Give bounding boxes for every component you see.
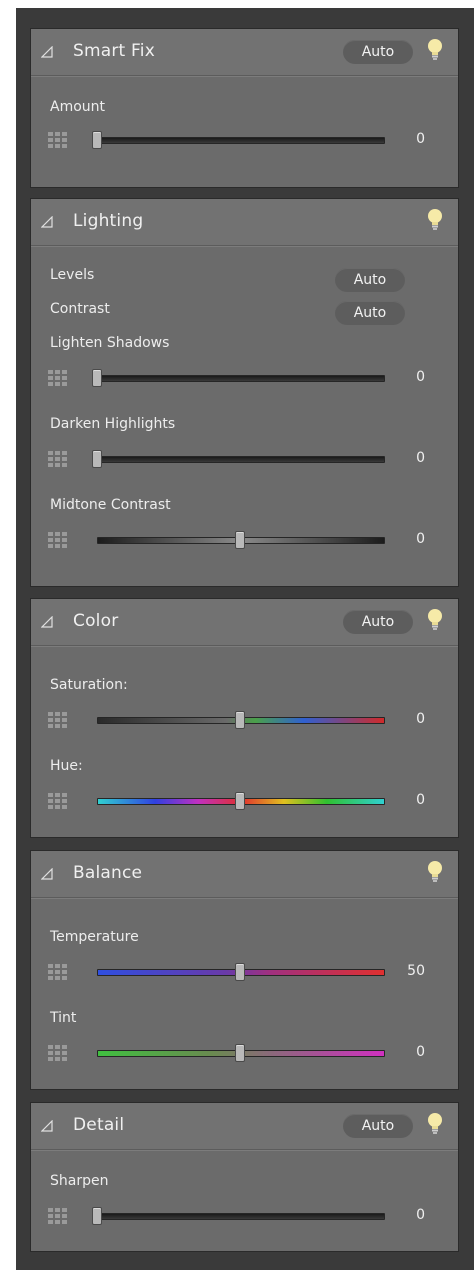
darken-highlights-value: 0 — [416, 450, 425, 466]
grid-icon[interactable] — [47, 792, 69, 810]
grid-icon[interactable] — [47, 963, 69, 981]
panel-header-smart-fix[interactable]: Smart Fix Auto — [31, 29, 458, 76]
midtone-contrast-slider-thumb[interactable] — [235, 531, 245, 549]
panel-title: Smart Fix — [73, 41, 155, 61]
midtone-contrast-label: Midtone Contrast — [50, 497, 171, 513]
lightbulb-icon[interactable] — [426, 38, 444, 62]
lightbulb-icon[interactable] — [426, 860, 444, 884]
grid-icon[interactable] — [47, 1044, 69, 1062]
collapse-triangle-icon[interactable] — [41, 616, 53, 628]
tint-slider-thumb[interactable] — [235, 1044, 245, 1062]
lighten-shadows-slider-track[interactable] — [97, 375, 385, 382]
collapse-triangle-icon[interactable] — [41, 216, 53, 228]
contrast-label: Contrast — [50, 301, 110, 317]
sharpen-label: Sharpen — [50, 1173, 109, 1189]
lightbulb-icon[interactable] — [426, 608, 444, 632]
darken-highlights-label: Darken Highlights — [50, 416, 176, 432]
panel-balance: Balance Temperature 50 Tint 0 — [30, 850, 459, 1090]
grid-icon[interactable] — [47, 450, 69, 468]
lighten-shadows-value: 0 — [416, 369, 425, 385]
hue-slider-thumb[interactable] — [235, 792, 245, 810]
grid-icon[interactable] — [47, 369, 69, 387]
panel-smart-fix: Smart Fix Auto Amount 0 — [30, 28, 459, 188]
amount-slider-track[interactable] — [97, 137, 385, 144]
levels-label: Levels — [50, 267, 95, 283]
hue-label: Hue: — [50, 758, 83, 774]
auto-button[interactable]: Auto — [343, 610, 413, 634]
hue-value: 0 — [416, 792, 425, 808]
panel-header-lighting[interactable]: Lighting — [31, 199, 458, 246]
grid-icon[interactable] — [47, 531, 69, 549]
lightbulb-icon[interactable] — [426, 1112, 444, 1136]
collapse-triangle-icon[interactable] — [41, 868, 53, 880]
panel-color: Color Auto Saturation: 0 Hue: 0 — [30, 598, 459, 838]
panel-header-balance[interactable]: Balance — [31, 851, 458, 898]
collapse-triangle-icon[interactable] — [41, 1120, 53, 1132]
grid-icon[interactable] — [47, 711, 69, 729]
levels-auto-button[interactable]: Auto — [335, 268, 405, 292]
quick-adjust-palette: Smart Fix Auto Amount 0 Lighting Levels … — [16, 8, 474, 1270]
temperature-value: 50 — [407, 963, 425, 979]
temperature-slider-thumb[interactable] — [235, 963, 245, 981]
temperature-label: Temperature — [50, 929, 139, 945]
darken-highlights-slider-track[interactable] — [97, 456, 385, 463]
saturation-value: 0 — [416, 711, 425, 727]
grid-icon[interactable] — [47, 1207, 69, 1225]
panel-title: Lighting — [73, 211, 144, 231]
auto-button[interactable]: Auto — [343, 40, 413, 64]
collapse-triangle-icon[interactable] — [41, 46, 53, 58]
panel-lighting: Lighting Levels Auto Contrast Auto Light… — [30, 198, 459, 587]
amount-slider-thumb[interactable] — [92, 131, 102, 149]
panel-header-detail[interactable]: Detail Auto — [31, 1103, 458, 1150]
lightbulb-icon[interactable] — [426, 208, 444, 232]
saturation-label: Saturation: — [50, 677, 128, 693]
lighten-shadows-slider-thumb[interactable] — [92, 369, 102, 387]
panel-title: Detail — [73, 1115, 125, 1135]
darken-highlights-slider-thumb[interactable] — [92, 450, 102, 468]
sharpen-slider-thumb[interactable] — [92, 1207, 102, 1225]
contrast-auto-button[interactable]: Auto — [335, 301, 405, 325]
grid-icon[interactable] — [47, 131, 69, 149]
panel-title: Balance — [73, 863, 143, 883]
sharpen-value: 0 — [416, 1207, 425, 1223]
auto-button[interactable]: Auto — [343, 1114, 413, 1138]
panel-header-color[interactable]: Color Auto — [31, 599, 458, 646]
amount-value: 0 — [416, 131, 425, 147]
amount-label: Amount — [50, 99, 106, 115]
panel-title: Color — [73, 611, 119, 631]
tint-label: Tint — [50, 1010, 77, 1026]
saturation-slider-thumb[interactable] — [235, 711, 245, 729]
midtone-contrast-value: 0 — [416, 531, 425, 547]
sharpen-slider-track[interactable] — [97, 1213, 385, 1220]
tint-value: 0 — [416, 1044, 425, 1060]
panel-detail: Detail Auto Sharpen 0 — [30, 1102, 459, 1252]
lighten-shadows-label: Lighten Shadows — [50, 335, 170, 351]
